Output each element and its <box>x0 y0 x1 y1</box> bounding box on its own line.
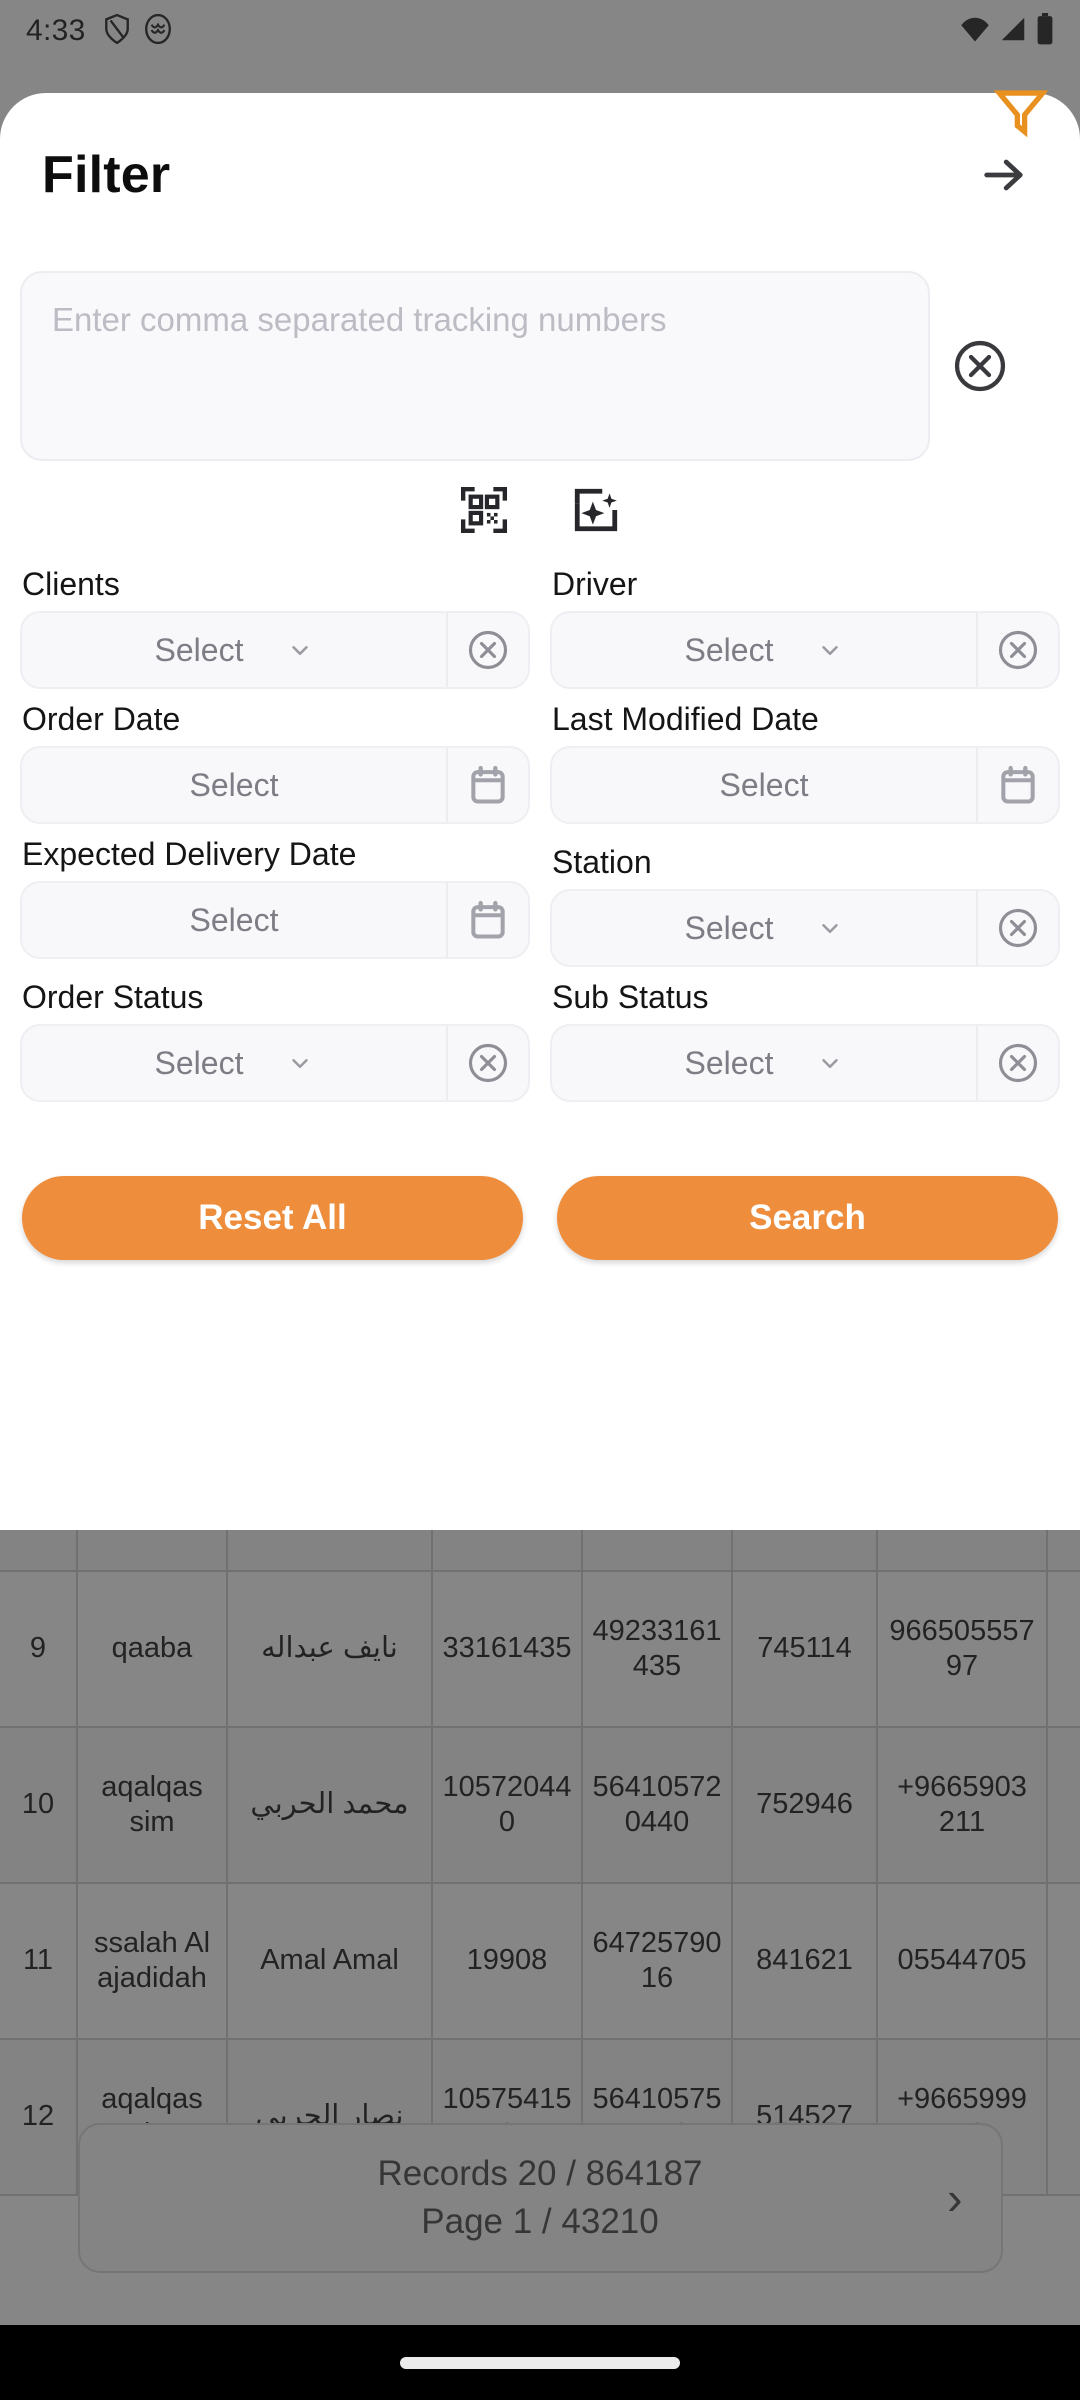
field-label-order-date: Order Date <box>22 701 181 737</box>
scan-actions-row <box>0 461 1080 540</box>
filter-field-clients: Clients Select <box>20 554 530 689</box>
search-button[interactable]: Search <box>557 1176 1058 1260</box>
qr-scan-icon[interactable] <box>459 485 509 540</box>
home-gesture-pill[interactable] <box>400 2356 680 2369</box>
field-value-order-date: Select <box>189 766 279 803</box>
chevron-down-icon[interactable] <box>817 915 843 941</box>
field-control-last-modified-date[interactable]: Select <box>550 746 1060 824</box>
filter-field-order-date: Order Date Select <box>20 689 530 824</box>
tracking-numbers-row: Enter comma separated tracking numbers <box>0 209 1080 461</box>
filter-field-row: Clients Select Driver Select <box>20 554 1060 689</box>
field-control-station[interactable]: Select <box>550 889 1060 967</box>
circle-x-icon[interactable] <box>446 1026 528 1100</box>
system-navigation-bar <box>0 2325 1080 2400</box>
field-label-last-modified-date: Last Modified Date <box>552 701 819 737</box>
filter-sheet-header: Filter <box>0 93 1080 209</box>
chevron-down-icon[interactable] <box>817 637 843 663</box>
field-value-wrap-last-modified-date[interactable]: Select <box>552 748 976 822</box>
tracking-clear-button[interactable] <box>930 339 1030 393</box>
field-label-order-status: Order Status <box>22 979 204 1015</box>
circle-x-icon[interactable] <box>976 891 1058 965</box>
filter-field-row: Expected Delivery Date Select Station Selec… <box>20 824 1060 967</box>
tracking-numbers-placeholder: Enter comma separated tracking numbers <box>52 301 667 338</box>
filter-field-driver: Driver Select <box>550 554 1060 689</box>
calendar-icon[interactable] <box>446 883 528 957</box>
field-label-clients: Clients <box>22 566 120 602</box>
filter-field-expected-delivery-date: Expected Delivery Date Select <box>20 824 530 967</box>
field-label-sub-status: Sub Status <box>552 979 709 1015</box>
circle-x-icon[interactable] <box>976 1026 1058 1100</box>
field-value-wrap-station[interactable]: Select <box>552 891 976 965</box>
field-value-wrap-clients[interactable]: Select <box>22 613 446 687</box>
filter-fields-grid: Clients Select Driver Select Order Date Selec… <box>0 540 1080 1102</box>
filter-field-sub-status: Sub Status Select <box>550 967 1060 1102</box>
field-value-expected-delivery-date: Select <box>189 901 279 938</box>
tracking-numbers-input[interactable]: Enter comma separated tracking numbers <box>20 271 930 461</box>
field-label-driver: Driver <box>552 566 638 602</box>
field-value-clients: Select <box>154 631 244 668</box>
field-value-station: Select <box>684 909 774 946</box>
field-control-order-date[interactable]: Select <box>20 746 530 824</box>
funnel-icon[interactable] <box>992 81 1050 144</box>
chevron-down-icon[interactable] <box>817 1050 843 1076</box>
field-control-clients[interactable]: Select <box>20 611 530 689</box>
calendar-icon[interactable] <box>446 748 528 822</box>
reset-all-button[interactable]: Reset All <box>22 1176 523 1260</box>
filter-action-buttons: Reset All Search <box>0 1102 1080 1260</box>
field-control-expected-delivery-date[interactable]: Select <box>20 881 530 959</box>
filter-bottom-sheet: Filter Enter comma separated tracking nu… <box>0 93 1080 1530</box>
field-value-wrap-sub-status[interactable]: Select <box>552 1026 976 1100</box>
phone-screen: 4:33 ← <box>0 0 1080 2400</box>
filter-field-row: Order Date Select Last Modified Date Select <box>20 689 1060 824</box>
circle-x-icon[interactable] <box>976 613 1058 687</box>
field-value-last-modified-date: Select <box>719 766 809 803</box>
filter-field-row: Order Status Select Sub Status Select <box>20 967 1060 1102</box>
calendar-icon[interactable] <box>976 748 1058 822</box>
field-control-sub-status[interactable]: Select <box>550 1024 1060 1102</box>
field-control-order-status[interactable]: Select <box>20 1024 530 1102</box>
field-value-driver: Select <box>684 631 774 668</box>
field-label-station: Station <box>552 844 652 880</box>
image-scan-icon[interactable] <box>571 485 621 540</box>
field-value-wrap-expected-delivery-date[interactable]: Select <box>22 883 446 957</box>
filter-field-last-modified-date: Last Modified Date Select <box>550 689 1060 824</box>
field-value-wrap-order-date[interactable]: Select <box>22 748 446 822</box>
filter-field-station: Station Select <box>550 824 1060 967</box>
field-value-order-status: Select <box>154 1044 244 1081</box>
field-value-wrap-order-status[interactable]: Select <box>22 1026 446 1100</box>
field-value-wrap-driver[interactable]: Select <box>552 613 976 687</box>
field-value-sub-status: Select <box>684 1044 774 1081</box>
filter-sheet-title: Filter <box>42 146 171 204</box>
chevron-down-icon[interactable] <box>287 637 313 663</box>
chevron-down-icon[interactable] <box>287 1050 313 1076</box>
field-control-driver[interactable]: Select <box>550 611 1060 689</box>
circle-x-icon[interactable] <box>446 613 528 687</box>
filter-field-order-status: Order Status Select <box>20 967 530 1102</box>
arrow-right-icon[interactable] <box>970 141 1038 209</box>
field-label-expected-delivery-date: Expected Delivery Date <box>22 836 357 872</box>
